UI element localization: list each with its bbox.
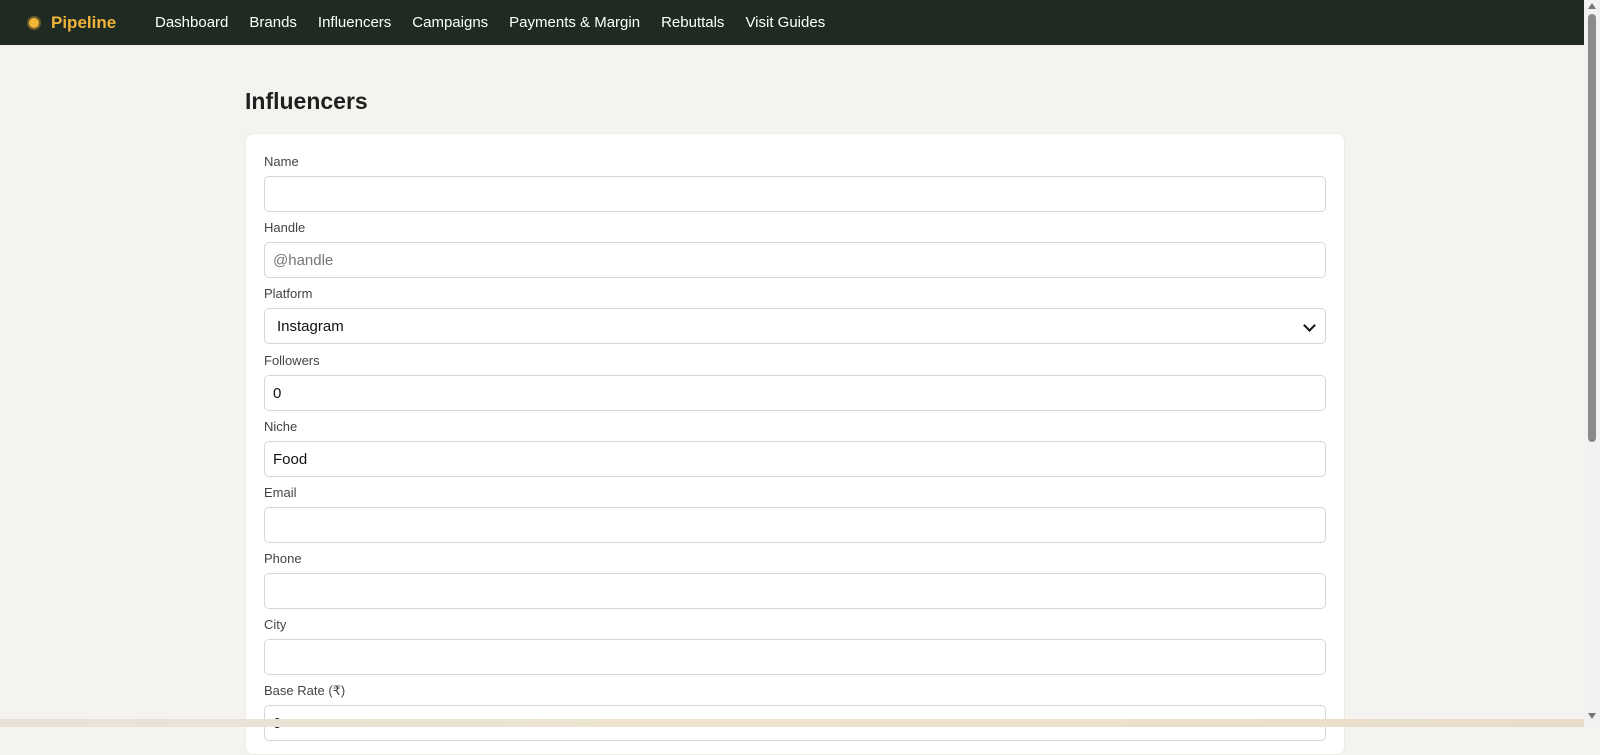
name-label: Name [264,154,299,169]
city-input[interactable] [264,639,1326,675]
nav-brands[interactable]: Brands [249,14,297,31]
scroll-down-arrow-icon[interactable] [1588,713,1596,719]
platform-label: Platform [264,286,313,301]
handle-input[interactable] [264,242,1326,278]
platform-select-wrapper: Instagram [264,308,1326,344]
base-rate-label: Base Rate (₹) [264,683,346,698]
nav-dashboard[interactable]: Dashboard [155,14,228,31]
main-nav: Dashboard Brands Influencers Campaigns P… [155,14,846,31]
followers-field-group: Followers [264,353,1326,411]
taskbar-edge [0,719,1584,727]
niche-label: Niche [264,419,298,434]
email-label: Email [264,485,297,500]
phone-label: Phone [264,551,302,566]
email-input[interactable] [264,507,1326,543]
brand-logo[interactable]: Pipeline [29,13,155,33]
logo-dot-icon [29,17,39,28]
nav-campaigns[interactable]: Campaigns [412,14,488,31]
nav-rebuttals[interactable]: Rebuttals [661,14,724,31]
scroll-up-arrow-icon[interactable] [1588,3,1596,9]
followers-label: Followers [264,353,320,368]
nav-visit-guides[interactable]: Visit Guides [745,14,825,31]
city-label: City [264,617,287,632]
city-field-group: City [264,617,1326,675]
base-rate-field-group: Base Rate (₹) [264,683,1326,741]
page-title: Influencers [245,88,368,114]
name-input[interactable] [264,176,1326,212]
handle-field-group: Handle [264,220,1326,278]
niche-input[interactable] [264,441,1326,477]
phone-input[interactable] [264,573,1326,609]
email-field-group: Email [264,485,1326,543]
phone-field-group: Phone [264,551,1326,609]
influencer-form-card: Name Handle Platform Instagram Followers… [245,133,1345,755]
scrollbar-thumb[interactable] [1588,14,1596,442]
name-field-group: Name [264,154,1326,212]
top-navigation-bar: Pipeline Dashboard Brands Influencers Ca… [0,0,1584,45]
platform-field-group: Platform Instagram [264,286,1326,344]
followers-input[interactable] [264,375,1326,411]
niche-field-group: Niche [264,419,1326,477]
page-scrollbar[interactable] [1584,0,1600,727]
nav-payments-margin[interactable]: Payments & Margin [509,14,640,31]
platform-select[interactable]: Instagram [264,308,1326,344]
nav-influencers[interactable]: Influencers [318,14,391,31]
brand-name: Pipeline [51,12,117,32]
handle-label: Handle [264,220,306,235]
